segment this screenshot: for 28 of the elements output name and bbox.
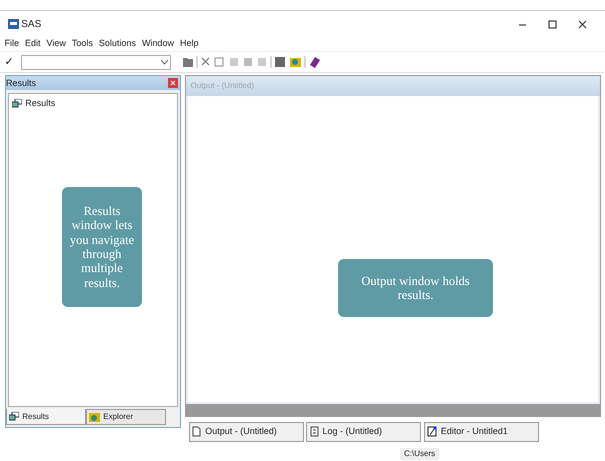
explorer-icon <box>89 412 100 422</box>
menu-item[interactable]: Solutions <box>98 37 136 51</box>
command-field[interactable] <box>20 54 171 70</box>
pane-title: Results <box>6 76 36 90</box>
status-text: C:\Users <box>400 448 440 460</box>
window-tab[interactable]: Log - (Untitled) <box>306 422 422 442</box>
menu-item[interactable]: View <box>46 37 66 51</box>
document-icon <box>192 426 202 438</box>
callout-note: Results window lets you navigate through multiple results. <box>62 187 142 307</box>
pane-tab[interactable]: Explorer <box>86 409 166 426</box>
menu-item[interactable]: Help <box>180 37 198 51</box>
menu-item[interactable]: File <box>4 37 20 51</box>
splitter-bar[interactable] <box>185 405 601 418</box>
app-icon <box>8 19 19 29</box>
window-title: SAS <box>21 18 42 32</box>
window-tab[interactable]: Editor - Untitled1 <box>424 422 538 442</box>
menu-item[interactable]: Edit <box>25 37 41 51</box>
window-tab[interactable]: Output - (Untitled) <box>189 422 304 442</box>
pane-tab[interactable]: Results <box>6 409 86 426</box>
close-icon[interactable] <box>168 78 178 88</box>
tree-item[interactable]: Results <box>12 96 174 110</box>
document-icon <box>426 426 437 438</box>
document-icon <box>310 426 318 438</box>
pane-title: Output - (Untitled) <box>190 80 254 92</box>
menu-item[interactable]: Window <box>142 37 174 51</box>
callout-note: Output window holds results. <box>338 259 493 317</box>
menu-item[interactable]: Tools <box>72 37 93 51</box>
check-icon[interactable]: ✓ <box>4 54 18 70</box>
